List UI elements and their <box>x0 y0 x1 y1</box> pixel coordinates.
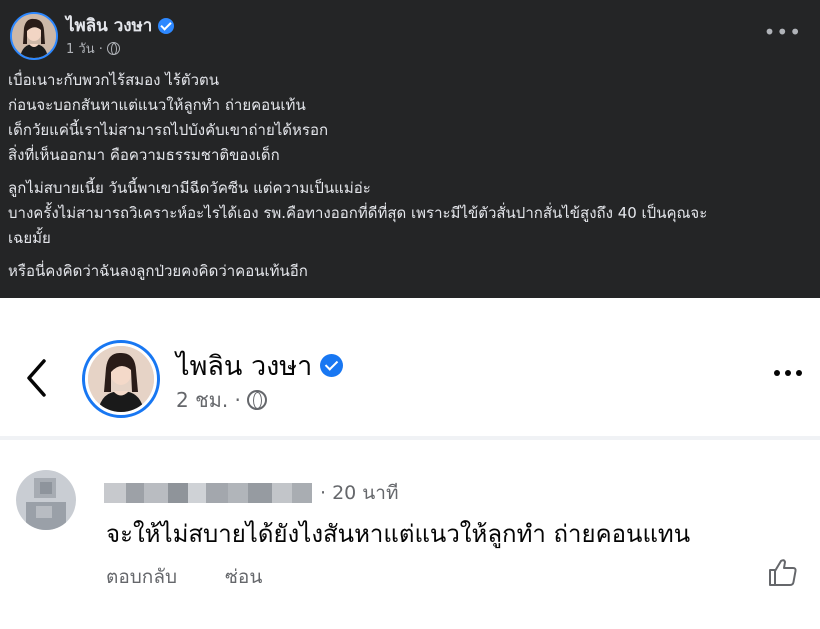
commenter-avatar-pixelated[interactable] <box>16 470 76 530</box>
divider <box>0 436 820 440</box>
post-time[interactable]: 2 ชม. · <box>176 384 241 416</box>
post-text: เบื่อเนาะกับพวกไร้สมอง ไร้ตัวตน ก่อนจะบอ… <box>8 68 813 284</box>
post-line: เบื่อเนาะกับพวกไร้สมอง ไร้ตัวตน <box>8 71 220 89</box>
author-name[interactable]: ไพลิน วงษา <box>66 12 152 39</box>
hide-button[interactable]: ซ่อน <box>225 562 262 592</box>
dot <box>774 370 780 376</box>
globe-icon <box>106 42 120 55</box>
globe-icon <box>246 390 267 410</box>
commenter-name-pixelated[interactable] <box>104 483 312 503</box>
comment-time[interactable]: · 20 นาที <box>320 478 398 508</box>
avatar-photo-icon <box>88 346 154 412</box>
post-line: สิ่งที่เห็นออกมา คือความธรรมชาติของเด็ก <box>8 146 280 164</box>
post-line: หรือนี่คงคิดว่าฉันลงลูกป่วยคงคิดว่าคอนเท… <box>8 262 308 280</box>
more-options-button[interactable]: ••• <box>764 20 802 44</box>
author-name[interactable]: ไพลิน วงษา <box>176 344 312 387</box>
dot <box>785 370 791 376</box>
post-line: ลูกไม่สบายเนี้ย วันนี้พาเขามีฉีดวัคซีน แ… <box>8 179 371 197</box>
dark-post-screenshot: ไพลิน วงษา 1 วัน · ••• เบื่อเนาะกับพวกไร… <box>0 0 820 298</box>
verified-badge-icon <box>158 17 175 34</box>
verified-badge-icon <box>320 354 344 377</box>
reply-button[interactable]: ตอบกลับ <box>106 562 177 592</box>
more-options-button[interactable] <box>774 370 802 376</box>
author-avatar[interactable] <box>82 340 160 418</box>
like-thumb-icon[interactable] <box>767 556 799 588</box>
dot <box>796 370 802 376</box>
back-arrow-icon[interactable] <box>24 358 48 398</box>
post-header: ไพลิน วงษา 2 ชม. · <box>0 330 820 440</box>
post-line: บางครั้งไม่สามารถวิเคราะห์อะไรได้เอง รพ.… <box>8 204 708 222</box>
post-line: ก่อนจะบอกสันหาแต่แนวให้ลูกทำ ถ่ายคอนเท้น <box>8 96 306 114</box>
avatar-photo-icon <box>12 14 56 58</box>
author-avatar[interactable] <box>10 12 58 60</box>
comment-text: จะให้ไม่สบายได้ยังไงสันหาแต่แนวให้ลูกทำ … <box>106 520 691 548</box>
post-time[interactable]: 1 วัน · <box>66 38 103 59</box>
post-line: เด็กวัยแค่นี้เราไม่สามารถไปบังคับเขาถ่าย… <box>8 121 329 139</box>
post-line: เฉยมั้ย <box>8 229 51 247</box>
